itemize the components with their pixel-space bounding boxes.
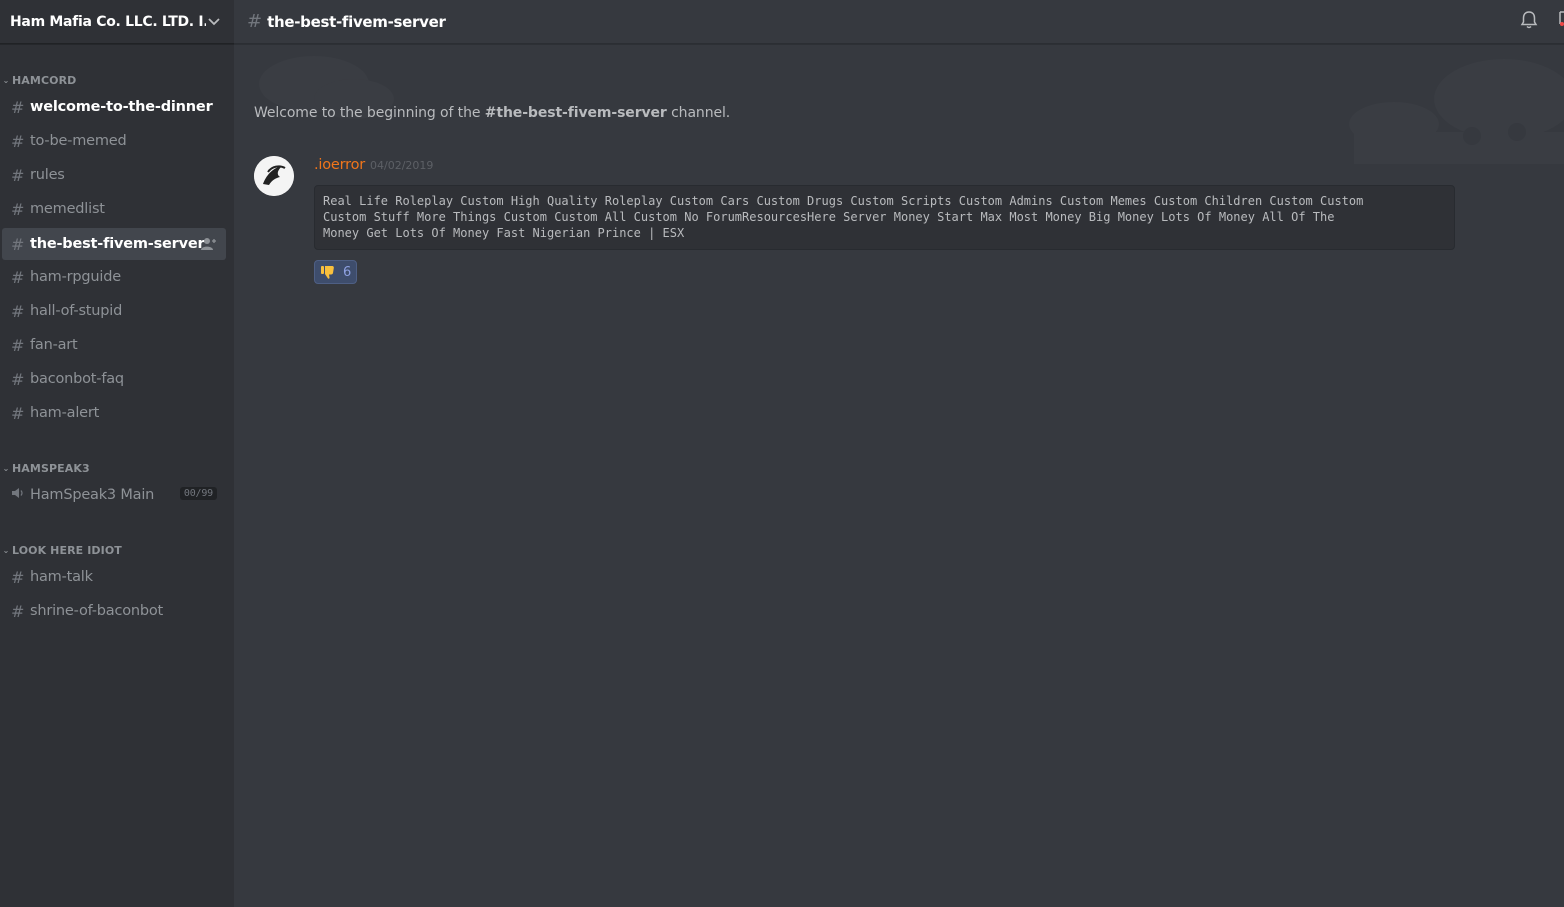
welcome-prefix: Welcome to the beginning of the <box>254 105 485 121</box>
welcome-channel-name: #the-best-fivem-server <box>484 105 667 121</box>
channel-label: ham-alert <box>30 405 100 421</box>
category-hamcord[interactable]: ⌄ HAMCORD <box>0 72 77 88</box>
thumbs-down-icon <box>320 264 336 280</box>
channel-welcome-text: Welcome to the beginning of the #the-bes… <box>254 105 730 121</box>
reaction-count: 6 <box>343 264 352 280</box>
hash-icon: # <box>11 97 25 117</box>
category-label: LOOK HERE IDIOT <box>12 543 122 557</box>
channel-baconbot-faq[interactable]: # baconbot-faq <box>2 363 226 395</box>
channel-label: the-best-fivem-server <box>30 236 205 252</box>
channel-label: rules <box>30 167 65 183</box>
hash-icon: # <box>11 601 25 621</box>
server-name: Ham Mafia Co. LLC. LTD. I... <box>10 13 206 30</box>
channel-ham-rpguide[interactable]: # ham-rpguide <box>2 261 226 293</box>
channel-label: baconbot-faq <box>30 371 124 387</box>
channel-label: welcome-to-the-dinner <box>30 99 213 115</box>
hash-icon: # <box>11 131 25 151</box>
avatar[interactable] <box>254 156 294 196</box>
server-header[interactable]: Ham Mafia Co. LLC. LTD. I... <box>0 0 234 44</box>
hash-icon: # <box>11 267 25 287</box>
category-label: HAMCORD <box>12 73 77 87</box>
channel-the-best-fivem-server[interactable]: # the-best-fivem-server <box>2 228 226 260</box>
channel-label: HamSpeak3 Main <box>30 487 155 503</box>
speaker-icon <box>11 487 30 503</box>
channel-title: the-best-fivem-server <box>267 12 446 31</box>
message-header: .ioerror 04/02/2019 <box>314 157 433 173</box>
pin-icon[interactable] <box>1556 10 1564 30</box>
channel-label: memedlist <box>30 201 105 217</box>
category-hamspeak3[interactable]: ⌄ HAMSPEAK3 <box>0 460 90 476</box>
channel-rules[interactable]: # rules <box>2 159 226 191</box>
hash-icon: # <box>11 369 25 389</box>
code-block: Real Life Roleplay Custom High Quality R… <box>314 185 1455 250</box>
channel-label: fan-art <box>30 337 78 353</box>
channel-to-be-memed[interactable]: # to-be-memed <box>2 125 226 157</box>
hash-icon: # <box>11 301 25 321</box>
user-limit-badge: 00/99 <box>179 487 217 500</box>
chevron-down-icon: ⌄ <box>2 545 10 555</box>
channel-fan-art[interactable]: # fan-art <box>2 329 226 361</box>
channel-sidebar: Ham Mafia Co. LLC. LTD. I... ⌄ HAMCORD #… <box>0 0 234 907</box>
hash-icon: # <box>11 199 25 219</box>
channel-label: ham-rpguide <box>30 269 121 285</box>
channel-label: shrine-of-baconbot <box>30 603 164 619</box>
hash-icon: # <box>11 403 25 423</box>
timestamp: 04/02/2019 <box>370 159 434 172</box>
channel-shrine-of-baconbot[interactable]: # shrine-of-baconbot <box>2 595 226 627</box>
channel-memedlist[interactable]: # memedlist <box>2 193 226 225</box>
channel-label: hall-of-stupid <box>30 303 123 319</box>
chevron-down-icon <box>206 14 222 30</box>
category-label: HAMSPEAK3 <box>12 461 90 475</box>
hash-icon: # <box>11 335 25 355</box>
channel-hall-of-stupid[interactable]: # hall-of-stupid <box>2 295 226 327</box>
channel-label: ham-talk <box>30 569 93 585</box>
reaction-button[interactable]: 6 <box>314 260 357 284</box>
chevron-down-icon: ⌄ <box>2 463 10 473</box>
hash-icon: # <box>11 234 25 254</box>
bell-icon[interactable] <box>1520 10 1538 30</box>
chevron-down-icon: ⌄ <box>2 75 10 85</box>
channel-header: # the-best-fivem-server <box>234 0 1564 44</box>
category-look-here-idiot[interactable]: ⌄ LOOK HERE IDIOT <box>0 542 122 558</box>
channel-welcome-to-the-dinner[interactable]: # welcome-to-the-dinner <box>2 91 226 123</box>
wumpus-background-art <box>259 56 1564 164</box>
hash-icon: # <box>11 165 25 185</box>
welcome-suffix: channel. <box>666 105 731 121</box>
add-user-icon[interactable] <box>201 237 217 251</box>
hash-icon: # <box>247 11 263 32</box>
channel-ham-talk[interactable]: # ham-talk <box>2 561 226 593</box>
channel-ham-alert[interactable]: # ham-alert <box>2 397 226 429</box>
voice-channel-hamspeak3-main[interactable]: HamSpeak3 Main 00/99 <box>2 479 226 511</box>
hash-icon: # <box>11 567 25 587</box>
username[interactable]: .ioerror <box>314 157 365 173</box>
channel-label: to-be-memed <box>30 133 127 149</box>
